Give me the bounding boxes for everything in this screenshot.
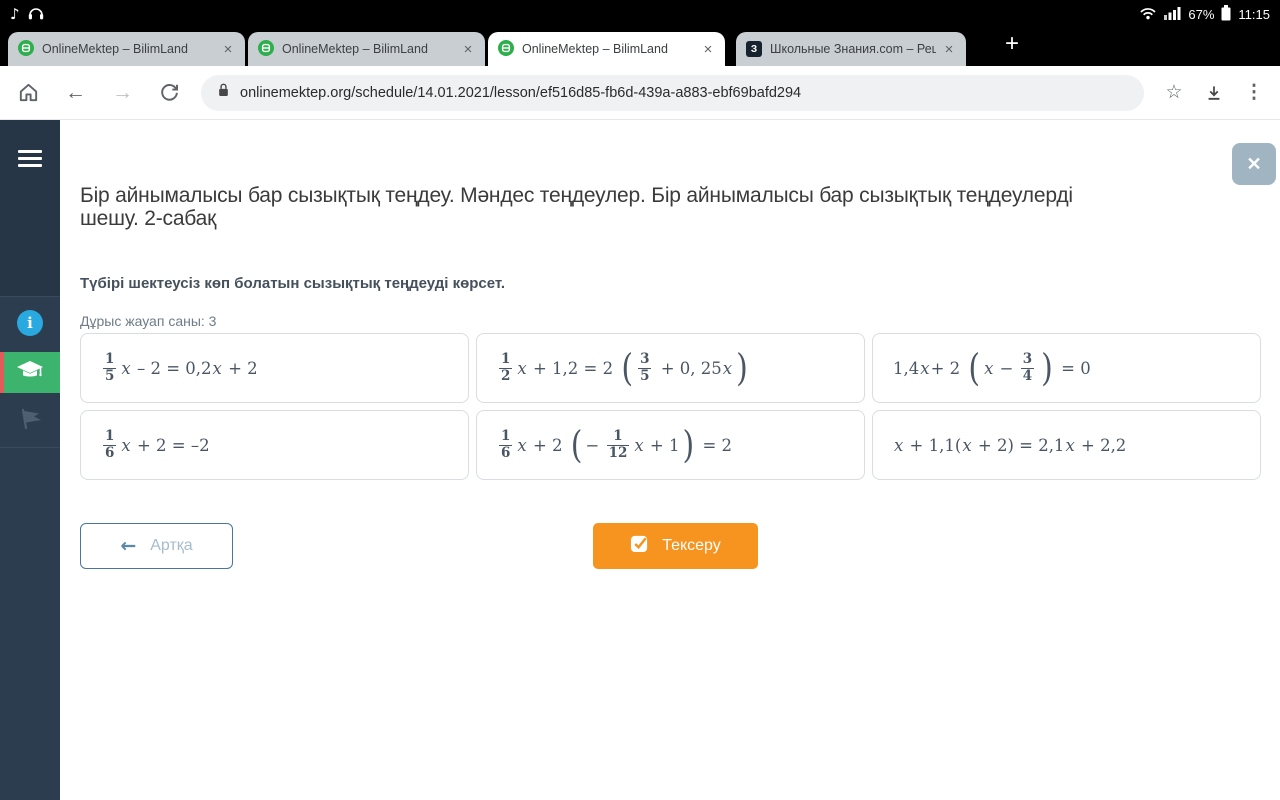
lesson-back-button[interactable]: ← Артқа [80, 523, 233, 569]
actions-row: ← Артқа Тексеру [60, 523, 1280, 569]
znania-favicon: З [746, 41, 762, 57]
flag-icon [17, 407, 43, 436]
home-button[interactable] [5, 73, 52, 113]
flag-button[interactable] [17, 408, 43, 434]
battery-icon [1221, 4, 1231, 24]
question-text: Түбірі шектеусіз көп болатын сызықтық те… [80, 275, 506, 292]
close-icon: ✕ [1246, 153, 1262, 174]
equation: 15x – 2 = 0,2 x + 2 [103, 350, 258, 384]
tab-close-icon[interactable]: × [940, 41, 958, 58]
browser-toolbar: ← → onlinemektep.org/schedule/14.01.2021… [0, 66, 1280, 120]
answer-card-3[interactable]: 1,4 x + 2 (x − 3 4) = 0 [872, 333, 1261, 403]
lesson-title: Бір айнымалысы бар сызықтық теңдеу. Мәнд… [80, 184, 1230, 230]
tab-title: OnlineMektep – BilimLand [282, 42, 428, 56]
signal-icon [1164, 6, 1181, 23]
tab-title: Школьные Знания.com – Реш [770, 42, 936, 56]
bilimland-favicon [18, 39, 34, 59]
answer-card-6[interactable]: x + 1,1(x + 2) = 2,1 x + 2,2 [872, 410, 1261, 480]
wifi-icon [1139, 6, 1157, 23]
tab-close-icon[interactable]: × [699, 41, 717, 58]
equation: 12x + 1,2 = 2 (3 5 + 0, 25 x) [499, 346, 748, 390]
tab-znania[interactable]: З Школьные Знания.com – Реш × [736, 32, 966, 66]
reload-button[interactable] [146, 73, 193, 113]
battery-percent: 67% [1188, 6, 1215, 22]
sidebar-top-section [0, 120, 60, 297]
lesson-title-line1: Бір айнымалысы бар сызықтық теңдеу. Мәнд… [80, 184, 1073, 207]
answer-card-5[interactable]: 16x + 2 (− 1 12 x + 1) = 2 [476, 410, 865, 480]
sidebar: i [0, 120, 60, 800]
tab-title: OnlineMektep – BilimLand [522, 42, 668, 56]
download-button[interactable] [1194, 73, 1234, 113]
answer-options-grid: 15x – 2 = 0,2 x + 2 12x + 1,2 = 2 (3 5 + 0… [80, 333, 1261, 480]
tab-bar: OnlineMektep – BilimLand × OnlineMektep … [0, 28, 1280, 66]
forward-button[interactable]: → [99, 73, 146, 113]
bookmark-star-button[interactable]: ☆ [1154, 73, 1194, 113]
answer-card-4[interactable]: 16x + 2 = –2 [80, 410, 469, 480]
address-bar[interactable]: onlinemektep.org/schedule/14.01.2021/les… [201, 74, 1144, 111]
new-tab-button[interactable]: + [1005, 30, 1019, 64]
menu-toggle-button[interactable] [18, 150, 42, 171]
equation: 16x + 2 (− 1 12 x + 1) = 2 [499, 423, 733, 467]
menu-button[interactable]: ⋮ [1234, 73, 1274, 113]
lesson-back-label: Артқа [150, 537, 193, 554]
tab-title: OnlineMektep – BilimLand [42, 42, 188, 56]
equation: 16x + 2 = –2 [103, 427, 210, 461]
answers-count-label: Дұрыс жауап саны: 3 [80, 313, 217, 329]
check-button[interactable]: Тексеру [593, 523, 758, 569]
bilimland-favicon [258, 39, 274, 59]
status-bar: ♪ 67% 11:15 [0, 0, 1280, 28]
main-area: i ✕ Бір айнымалысы бар сызықтық теңдеу. … [0, 120, 1280, 800]
lesson-title-line2: шешу. 2-сабақ [80, 207, 217, 230]
answer-card-2[interactable]: 12x + 1,2 = 2 (3 5 + 0, 25 x) [476, 333, 865, 403]
check-square-icon [630, 534, 649, 558]
tab-onlinemektep-2[interactable]: OnlineMektep – BilimLand × [248, 32, 485, 66]
left-arrow-icon: ← [120, 535, 137, 557]
info-button[interactable]: i [17, 310, 43, 336]
tab-onlinemektep-active[interactable]: OnlineMektep – BilimLand × [488, 32, 725, 66]
sidebar-divider [0, 447, 60, 448]
tab-close-icon[interactable]: × [459, 41, 477, 58]
graduation-cap-icon [16, 359, 44, 386]
headphones-icon [28, 6, 44, 23]
sidebar-item-lessons-active[interactable] [0, 352, 60, 393]
lock-icon [217, 82, 230, 103]
lesson-content: ✕ Бір айнымалысы бар сызықтық теңдеу. Мә… [60, 120, 1280, 800]
equation: 1,4 x + 2 (x − 3 4) = 0 [893, 346, 1091, 390]
answer-card-1[interactable]: 15x – 2 = 0,2 x + 2 [80, 333, 469, 403]
equation: x + 1,1(x + 2) = 2,1 x + 2,2 [894, 435, 1127, 455]
music-note-icon: ♪ [10, 5, 20, 23]
lesson-close-button[interactable]: ✕ [1232, 143, 1276, 185]
url-text: onlinemektep.org/schedule/14.01.2021/les… [240, 84, 802, 101]
clock: 11:15 [1238, 6, 1270, 22]
tab-close-icon[interactable]: × [219, 41, 237, 58]
info-icon: i [27, 314, 33, 332]
back-button[interactable]: ← [52, 73, 99, 113]
tab-onlinemektep-1[interactable]: OnlineMektep – BilimLand × [8, 32, 245, 66]
bilimland-favicon [498, 39, 514, 59]
check-button-label: Тексеру [662, 537, 721, 554]
